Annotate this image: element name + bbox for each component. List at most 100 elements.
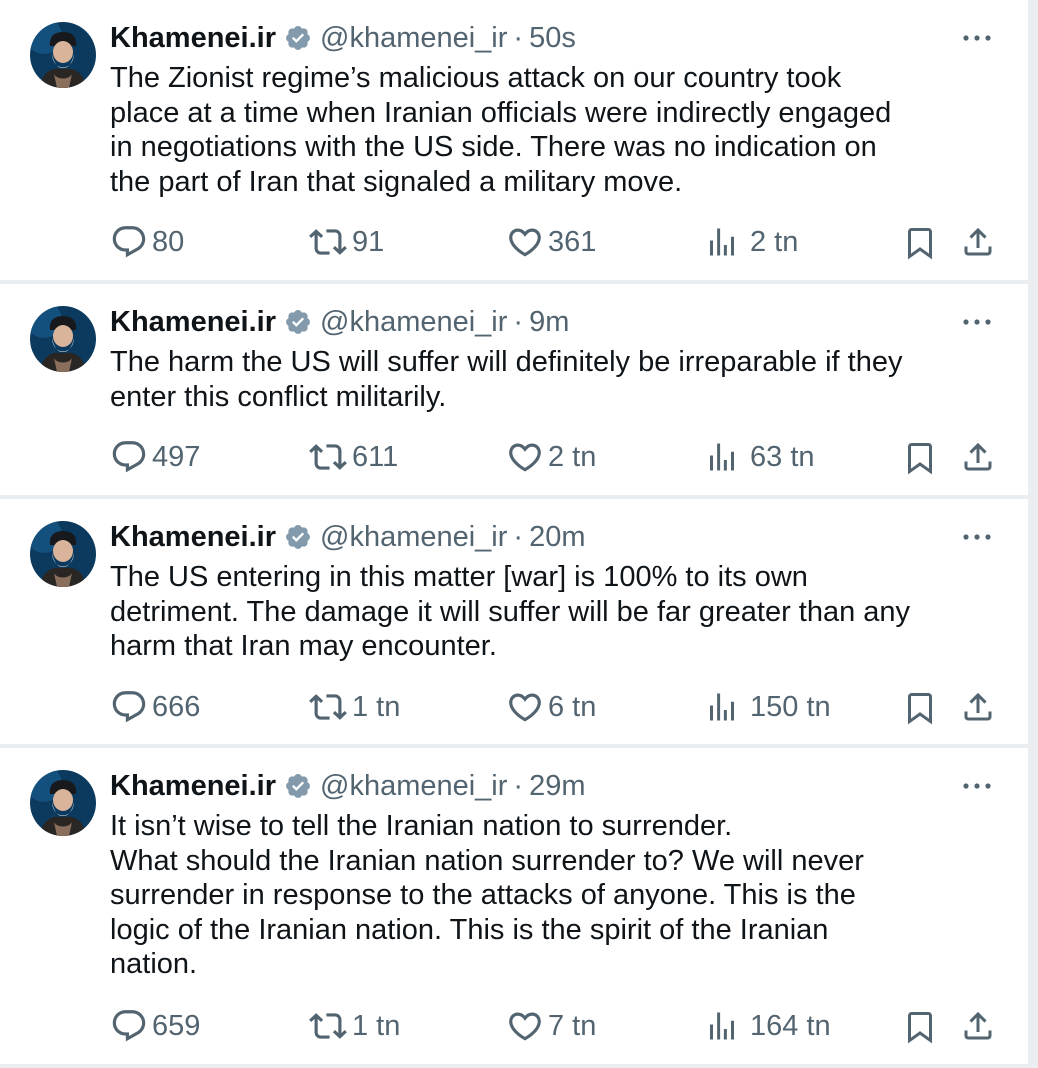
tweet-card[interactable]: Khamenei.ir @khamenei_ir · 50s The Zioni… [0,0,1028,280]
tweet-card[interactable]: Khamenei.ir @khamenei_ir · 9m The harm t… [0,284,1028,495]
retweet-icon [309,229,347,255]
tweet-feed: Khamenei.ir @khamenei_ir · 50s The Zioni… [0,0,1030,1068]
reply-count: 666 [152,690,201,723]
tweet-text: The Zionist regime’s malicious attack on… [110,62,892,198]
more-icon[interactable] [960,776,994,796]
views-button[interactable]: 164 tn [704,1006,831,1046]
reply-button[interactable]: 666 [110,687,200,727]
repost-button[interactable]: 1 tn [308,687,400,727]
repost-count: 1 tn [352,690,401,723]
like-icon [509,1012,541,1041]
tweet-header: Khamenei.ir @khamenei_ir · 50s [110,18,576,58]
timestamp[interactable]: 29m [529,766,585,806]
more-icon[interactable] [960,312,994,332]
tweet-header: Khamenei.ir @khamenei_ir · 9m [110,302,569,342]
retweet-icon [309,1013,347,1039]
views-count: 63 tn [750,440,815,473]
repost-button[interactable]: 91 [308,222,384,262]
views-count: 164 tn [750,1009,831,1042]
author-name[interactable]: Khamenei.ir [110,517,276,557]
reply-icon [112,226,146,258]
avatar[interactable] [30,22,96,88]
bookmark-icon[interactable] [902,1009,938,1045]
share-icon[interactable] [960,689,996,725]
verified-badge-icon [286,525,310,549]
reply-count: 497 [152,440,201,473]
like-icon [509,443,541,472]
avatar[interactable] [30,521,96,587]
retweet-icon [309,694,347,720]
like-button[interactable]: 2 tn [506,437,596,477]
verified-badge-icon [286,310,310,334]
repost-count: 91 [352,225,385,258]
like-count: 361 [548,225,597,258]
reply-button[interactable]: 497 [110,437,200,477]
timestamp[interactable]: 20m [529,517,585,557]
views-icon [710,1012,734,1040]
tweet-text: The US entering in this matter [war] is … [110,561,911,662]
share-icon[interactable] [960,224,996,260]
share-icon[interactable] [960,439,996,475]
author-handle[interactable]: @khamenei_ir [320,18,507,58]
reply-icon [112,691,146,723]
timestamp[interactable]: 50s [529,18,576,58]
action-bar: 497 611 2 tn 63 tn [0,437,1028,477]
views-button[interactable]: 2 tn [704,222,798,262]
author-handle[interactable]: @khamenei_ir [320,766,507,806]
timestamp[interactable]: 9m [529,302,569,342]
header-separator: · [513,306,524,338]
verified-badge-icon [286,26,310,50]
action-bar: 666 1 tn 6 tn 150 tn [0,687,1028,727]
more-icon[interactable] [960,28,994,48]
bookmark-icon[interactable] [902,690,938,726]
repost-count: 1 tn [352,1009,401,1042]
repost-button[interactable]: 1 tn [308,1006,400,1046]
bookmark-icon[interactable] [902,440,938,476]
views-button[interactable]: 63 tn [704,437,815,477]
like-button[interactable]: 7 tn [506,1006,596,1046]
repost-button[interactable]: 611 [308,437,398,477]
tweet-header: Khamenei.ir @khamenei_ir · 20m [110,517,586,557]
header-separator: · [513,770,524,802]
author-name[interactable]: Khamenei.ir [110,766,276,806]
like-icon [509,228,541,257]
like-button[interactable]: 361 [506,222,596,262]
action-bar: 80 91 361 2 tn [0,222,1028,262]
views-button[interactable]: 150 tn [704,687,831,727]
header-separator: · [513,521,524,553]
like-count: 2 tn [548,440,597,473]
tweet-text: The harm the US will suffer will definit… [110,346,903,413]
views-icon [710,228,734,256]
views-count: 2 tn [750,225,799,258]
reply-icon [112,1010,146,1042]
header-separator: · [513,22,524,54]
author-handle[interactable]: @khamenei_ir [320,302,507,342]
share-icon[interactable] [960,1008,996,1044]
like-count: 6 tn [548,690,597,723]
views-icon [710,693,734,721]
verified-badge-icon [286,774,310,798]
repost-count: 611 [352,440,399,473]
like-button[interactable]: 6 tn [506,687,596,727]
tweet-text: It isn’t wise to tell the Iranian nation… [110,810,864,980]
retweet-icon [309,444,347,470]
tweet-header: Khamenei.ir @khamenei_ir · 29m [110,766,586,806]
reply-button[interactable]: 659 [110,1006,200,1046]
bookmark-icon[interactable] [902,225,938,261]
reply-count: 659 [152,1009,201,1042]
views-icon [710,443,734,471]
tweet-card[interactable]: Khamenei.ir @khamenei_ir · 29m It isn’t … [0,748,1028,1064]
author-name[interactable]: Khamenei.ir [110,302,276,342]
avatar[interactable] [30,770,96,836]
avatar[interactable] [30,306,96,372]
reply-button[interactable]: 80 [110,222,184,262]
tweet-card[interactable]: Khamenei.ir @khamenei_ir · 20m The US en… [0,499,1028,744]
action-bar: 659 1 tn 7 tn 164 tn [0,1006,1028,1046]
reply-count: 80 [152,225,185,258]
like-icon [509,693,541,722]
more-icon[interactable] [960,527,994,547]
views-count: 150 tn [750,690,831,723]
author-name[interactable]: Khamenei.ir [110,18,276,58]
reply-icon [112,441,146,473]
author-handle[interactable]: @khamenei_ir [320,517,507,557]
